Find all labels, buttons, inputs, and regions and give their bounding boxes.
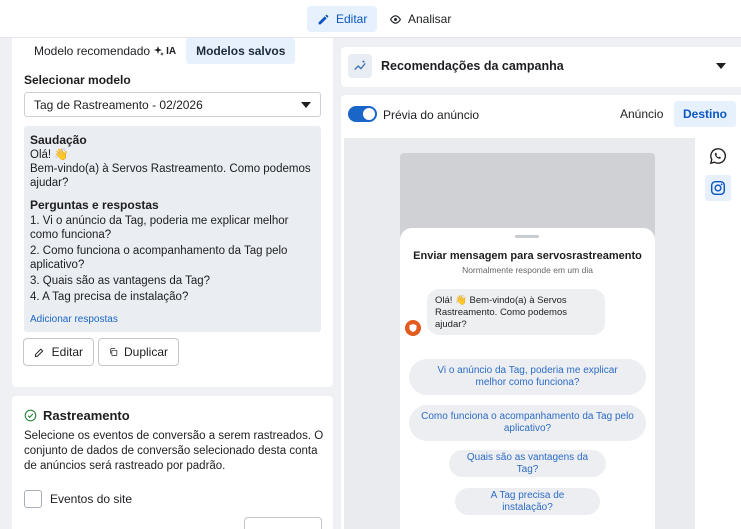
sheet-subtitle: Normalmente responde em um dia <box>462 265 593 275</box>
ai-badge: IA <box>166 45 177 57</box>
eye-icon <box>389 14 402 24</box>
sheet-grabber <box>515 235 539 238</box>
sparkle-icon <box>154 46 165 56</box>
website-events-label: Eventos do site <box>50 492 133 506</box>
check-circle-icon <box>24 409 37 422</box>
edit-mode-label: Editar <box>336 12 368 26</box>
ad-preview-toggle[interactable] <box>348 106 377 122</box>
checkbox-box[interactable] <box>24 490 42 508</box>
greeting-line-1: Olá! 👋 <box>30 149 69 161</box>
analyze-mode-button[interactable]: Analisar <box>379 6 461 32</box>
faq-item: 4. A Tag precisa de instalação? <box>30 291 189 303</box>
tracking-title: Rastreamento <box>43 408 130 423</box>
quick-reply-button[interactable]: A Tag precisa de instalação? <box>455 488 600 515</box>
faq-item: 1. Vi o anúncio da Tag, poderia me expli… <box>30 215 289 241</box>
template-dropdown[interactable]: Tag de Rastreamento - 02/2026 <box>24 92 321 117</box>
ad-preview-toggle-label: Prévia do anúncio <box>383 108 480 122</box>
tab-recommended-label: Modelo recomendado <box>34 44 151 58</box>
message-sheet: Enviar mensagem para servosrastreamento … <box>400 228 655 529</box>
shield-logo-icon <box>409 324 417 332</box>
faq-item: 2. Como funciona o acompanhamento da Tag… <box>30 245 288 271</box>
faq-list: 1. Vi o anúncio da Tag, poderia me expli… <box>30 214 315 304</box>
tracking-description: Selecione os eventos de conversão a sere… <box>24 430 324 472</box>
duplicate-template-label: Duplicar <box>123 345 168 359</box>
top-toolbar: Editar Analisar <box>0 0 741 38</box>
instagram-icon[interactable] <box>705 175 731 201</box>
pencil-icon <box>318 14 329 24</box>
placement-icons <box>696 138 741 529</box>
select-template-label: Selecionar modelo <box>24 73 131 87</box>
pencil-icon <box>34 348 44 357</box>
tab-destination[interactable]: Destino <box>674 101 737 127</box>
tab-saved-label: Modelos salvos <box>196 44 286 58</box>
preview-stage: Enviar mensagem para servosrastreamento … <box>344 138 695 529</box>
greeting-line-2: Bem-vindo(a) à Servos Rastreamento. Como… <box>30 163 311 189</box>
tab-recommended-template[interactable]: Modelo recomendado IA <box>24 38 186 64</box>
add-answers-link[interactable]: Adicionar respostas <box>30 313 315 327</box>
edit-template-button[interactable]: Editar <box>23 338 94 366</box>
website-events-checkbox[interactable]: Eventos do site <box>24 490 132 508</box>
duplicate-template-button[interactable]: Duplicar <box>98 338 179 366</box>
greeting-heading: Saudação <box>30 133 87 147</box>
edit-template-label: Editar <box>51 345 83 359</box>
copy-icon <box>110 348 118 356</box>
faq-heading: Perguntas e respostas <box>30 198 159 212</box>
message-template-card: Modelo recomendado IA Modelos salvos Sel… <box>12 38 333 387</box>
template-preview: Saudação Olá! 👋 Bem-vindo(a) à Servos Ra… <box>24 126 321 332</box>
tab-ad[interactable]: Anúncio <box>611 101 672 127</box>
recommendations-icon <box>348 54 372 78</box>
sheet-title: Enviar mensagem para servosrastreamento <box>413 250 642 262</box>
template-tabs: Modelo recomendado IA Modelos salvos <box>24 38 296 64</box>
template-dropdown-value: Tag de Rastreamento - 02/2026 <box>34 97 203 112</box>
greeting-message-bubble: Olá! 👋 Bem-vindo(a) à Servos Rastreament… <box>427 289 605 335</box>
page-avatar <box>405 320 421 336</box>
edit-mode-button[interactable]: Editar <box>307 6 378 32</box>
ad-preview-panel: Prévia do anúncio Anúncio Destino Enviar… <box>341 95 741 529</box>
tracking-card: Rastreamento Selecione os eventos de con… <box>12 396 333 529</box>
caret-down-icon[interactable] <box>716 63 726 69</box>
tab-saved-templates[interactable]: Modelos salvos <box>186 38 296 64</box>
campaign-recommendations-panel[interactable]: Recomendações da campanha <box>341 47 741 87</box>
whatsapp-icon[interactable] <box>705 143 731 169</box>
tracking-setup-button[interactable] <box>244 517 322 529</box>
caret-down-icon <box>301 101 311 108</box>
quick-reply-button[interactable]: Quais são as vantagens da Tag? <box>449 450 606 477</box>
analyze-mode-label: Analisar <box>408 12 452 26</box>
recommendations-title: Recomendações da campanha <box>381 59 564 73</box>
quick-reply-button[interactable]: Como funciona o acompanhamento da Tag pe… <box>409 405 646 441</box>
quick-reply-button[interactable]: Vi o anúncio da Tag, poderia me explicar… <box>409 359 646 395</box>
faq-item: 3. Quais são as vantagens da Tag? <box>30 275 211 287</box>
tracking-heading: Rastreamento <box>24 408 130 423</box>
